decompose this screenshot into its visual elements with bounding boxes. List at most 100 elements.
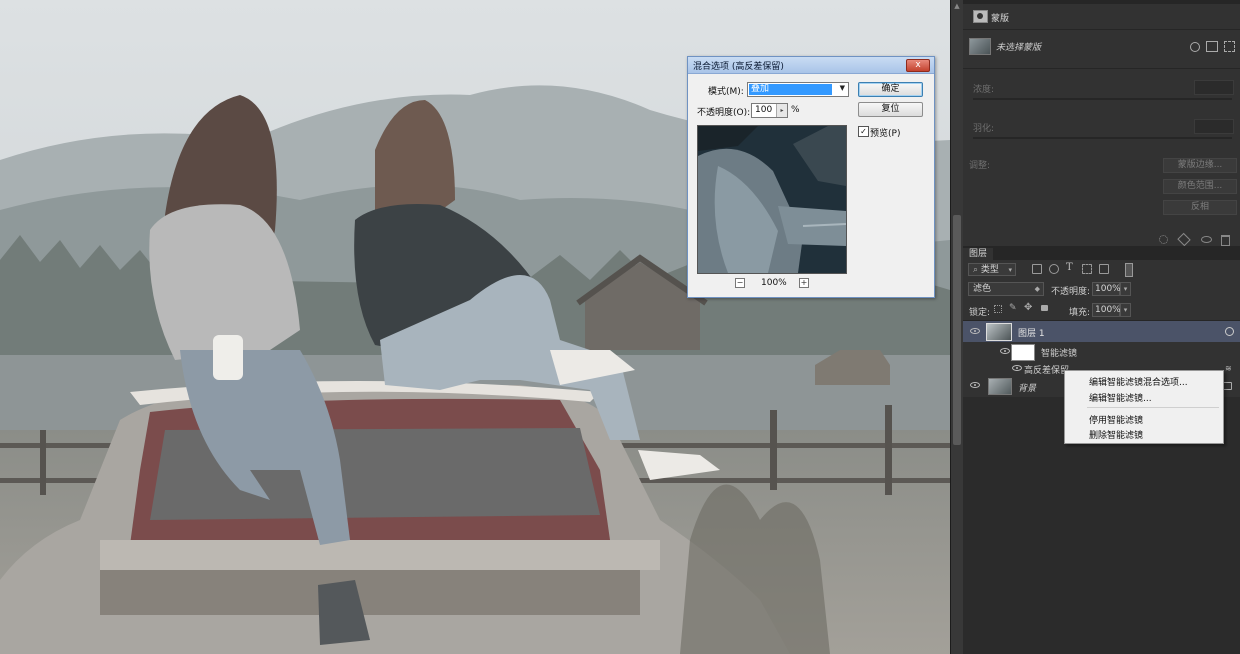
lock-icon: [1223, 382, 1232, 390]
opacity-label: 不透明度:: [1051, 287, 1091, 297]
menu-item-disable-smart-filter[interactable]: 停用智能滤镜: [1089, 413, 1143, 426]
shape-layer-filter-icon[interactable]: [1082, 264, 1092, 274]
feather-slider[interactable]: [973, 137, 1232, 139]
canvas-vertical-scrollbar[interactable]: ▲: [950, 0, 963, 654]
layer-name: 图层 1: [1018, 329, 1045, 339]
lock-all-icon[interactable]: [1041, 305, 1048, 311]
layer-thumbnail-icon: [988, 378, 1012, 395]
layers-tab-label: 图层: [969, 249, 988, 259]
chevron-down-icon: ◆: [1034, 285, 1040, 293]
mask-edge-button[interactable]: 蒙版边缘...: [1163, 158, 1237, 173]
opacity-dropdown-button[interactable]: ▾: [1120, 282, 1131, 296]
blending-options-icon[interactable]: ≋: [1225, 364, 1232, 373]
fill-dropdown-button[interactable]: ▾: [1120, 303, 1131, 317]
reset-button[interactable]: 复位: [858, 102, 923, 117]
smart-object-filter-icon[interactable]: [1099, 264, 1109, 274]
fill-label: 填充:: [1069, 308, 1091, 318]
chevron-down-icon: ▾: [1008, 266, 1012, 274]
mode-select[interactable]: 叠加 ▼: [747, 82, 849, 97]
smart-filter-context-menu: 编辑智能滤镜混合选项... 编辑智能滤镜... 停用智能滤镜 删除智能滤镜: [1064, 370, 1224, 444]
add-vector-mask-icon[interactable]: [1206, 41, 1218, 52]
chevron-down-icon: ▾: [1123, 306, 1128, 314]
preview-label: 预览(P): [870, 129, 901, 139]
mode-value: 叠加: [751, 84, 770, 94]
mode-label: 模式(M):: [708, 87, 744, 97]
add-pixel-mask-icon[interactable]: [1190, 42, 1200, 52]
feather-label: 羽化:: [973, 124, 995, 134]
blend-mode-select[interactable]: 滤色 ◆: [968, 282, 1044, 296]
percent-label: %: [791, 105, 800, 115]
visibility-icon[interactable]: [1201, 236, 1212, 243]
zoom-in-button[interactable]: +: [799, 278, 809, 288]
lock-label: 锁定:: [969, 308, 991, 318]
lock-transparent-pixels-icon[interactable]: [994, 305, 1002, 313]
preview-image[interactable]: [697, 125, 847, 274]
mode-selected-value: 叠加: [749, 84, 832, 95]
preview-checkbox[interactable]: ✓: [858, 126, 869, 137]
search-icon: ⌕: [973, 265, 979, 275]
smart-filter-mask-thumbnail: [1011, 344, 1035, 361]
color-range-button[interactable]: 颜色范围...: [1163, 179, 1237, 194]
menu-item-edit-blending-options[interactable]: 编辑智能滤镜混合选项...: [1089, 375, 1188, 388]
mask-options-icon[interactable]: [1224, 41, 1235, 52]
type-layer-filter-icon[interactable]: T: [1066, 262, 1073, 273]
scroll-up-arrow-icon[interactable]: ▲: [953, 2, 961, 10]
eye-icon[interactable]: [970, 382, 980, 388]
layer-name: 背景: [1018, 384, 1037, 394]
opacity-input[interactable]: 100%: [1092, 282, 1121, 296]
scrollbar-thumb[interactable]: [953, 215, 961, 445]
dialog-title: 混合选项 (高反差保留): [693, 62, 784, 72]
lock-position-icon[interactable]: ✥: [1024, 302, 1032, 313]
layer-filter-kind-select[interactable]: ⌕ 类型 ▾: [968, 263, 1016, 276]
eye-icon[interactable]: [1000, 348, 1010, 354]
smart-filters-row[interactable]: 智能滤镜: [963, 343, 1240, 361]
mask-status-row: 未选择蒙版: [963, 34, 1240, 58]
density-field[interactable]: [1194, 80, 1234, 95]
chevron-down-icon: ▾: [1123, 285, 1128, 293]
close-icon: x: [915, 60, 921, 70]
pixel-layer-filter-icon[interactable]: [1032, 264, 1042, 274]
trash-icon[interactable]: [1221, 235, 1230, 246]
fill-value: 100%: [1095, 305, 1121, 315]
invert-button[interactable]: 反相: [1163, 200, 1237, 215]
adjustment-layer-filter-icon[interactable]: [1049, 264, 1059, 274]
blending-options-dialog: 混合选项 (高反差保留) x 模式(M): 叠加 ▼ 不透明度(O): 100 …: [687, 56, 935, 298]
eye-icon[interactable]: [1012, 365, 1022, 371]
properties-header: 蒙版: [963, 6, 1240, 28]
close-button[interactable]: x: [906, 59, 930, 72]
zoom-out-button[interactable]: −: [735, 278, 745, 288]
density-slider[interactable]: [973, 98, 1232, 100]
menu-item-edit-smart-filter[interactable]: 编辑智能滤镜...: [1089, 391, 1152, 404]
filter-name: 高反差保留: [1024, 366, 1070, 376]
smart-object-icon: [1225, 327, 1234, 336]
tab-layers[interactable]: 图层: [963, 248, 994, 260]
zoom-level: 100%: [761, 278, 787, 288]
layer-row-layer-1[interactable]: 图层 1: [963, 321, 1240, 342]
filter-kind-value: 类型: [980, 265, 999, 275]
divider: [963, 68, 1240, 69]
mask-title: 蒙版: [991, 14, 1010, 24]
divider: [963, 29, 1240, 30]
opacity-stepper[interactable]: ▸: [776, 104, 787, 117]
layer-thumbnail-icon: [969, 38, 991, 55]
opacity-value: 100: [755, 105, 773, 115]
load-selection-icon[interactable]: [1159, 235, 1168, 244]
chevron-down-icon: ▼: [839, 84, 845, 92]
feather-field[interactable]: [1194, 119, 1234, 134]
fill-input[interactable]: 100%: [1092, 303, 1121, 317]
filter-toggle-icon[interactable]: [1125, 263, 1133, 277]
apply-mask-icon[interactable]: [1177, 232, 1191, 247]
blend-mode-value: 滤色: [973, 284, 992, 294]
ok-button[interactable]: 确定: [858, 82, 923, 97]
menu-separator: [1087, 407, 1219, 408]
menu-item-delete-smart-filter[interactable]: 删除智能滤镜: [1089, 428, 1143, 441]
eye-icon[interactable]: [970, 328, 980, 334]
smart-filters-label: 智能滤镜: [1041, 349, 1078, 359]
mask-icon: [973, 10, 988, 23]
properties-tab-strip: [963, 0, 1240, 4]
lock-image-pixels-icon[interactable]: ✎: [1009, 303, 1017, 313]
dialog-titlebar[interactable]: 混合选项 (高反差保留) x: [688, 57, 934, 74]
preview-jeans-graphic: [698, 126, 846, 273]
opacity-input[interactable]: 100 ▸: [751, 103, 788, 118]
adjust-label: 调整:: [969, 161, 991, 171]
